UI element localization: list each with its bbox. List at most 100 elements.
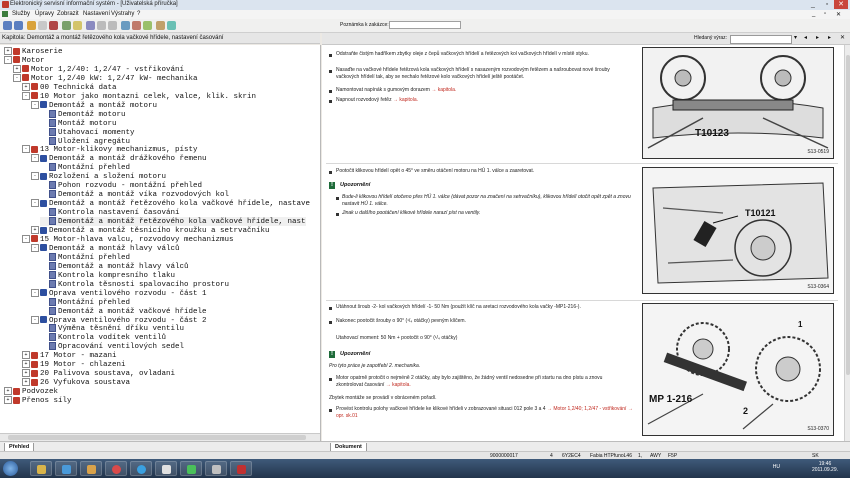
tree-item[interactable]: +17 Motor - mazani <box>22 351 117 360</box>
collapse-icon[interactable]: - <box>31 154 39 163</box>
tree-item[interactable]: - Motor <box>4 55 45 65</box>
tree-item[interactable]: Pohon rozvodu - montážní přehled <box>40 181 202 190</box>
search-dropdown-icon[interactable]: ▾ <box>794 33 797 44</box>
document-scroll-thumb[interactable] <box>846 55 850 375</box>
tree-item[interactable]: - 13 Motor-klikovy mechanizmus, písty <box>22 145 198 154</box>
tree-item[interactable]: - Demontáž a montáž řetězového kola vačko… <box>31 199 310 208</box>
tree-item[interactable]: Demontáž motoru <box>40 109 126 119</box>
refresh-icon[interactable] <box>62 21 71 30</box>
settings-icon[interactable] <box>156 21 165 30</box>
start-button-icon[interactable] <box>3 461 18 476</box>
search-icon[interactable] <box>86 21 95 30</box>
tree-item[interactable]: Montážní přehled <box>40 163 130 172</box>
info-icon[interactable] <box>121 21 130 30</box>
restore-button[interactable]: ▫ <box>820 0 834 9</box>
tree-item[interactable]: - Demontáž a montáž drážkového řemenu <box>31 154 207 163</box>
tree-item[interactable]: + Přenos síly <box>4 396 72 405</box>
mdi-minimize[interactable]: _ <box>812 11 815 17</box>
expand-icon[interactable]: + <box>22 369 30 378</box>
expand-icon[interactable]: + <box>22 82 30 91</box>
collapse-icon[interactable]: - <box>13 73 21 82</box>
close-button[interactable]: ✕ <box>834 0 848 9</box>
collapse-icon[interactable]: - <box>22 91 30 100</box>
tree-item[interactable]: Demontáž a montáž řetězového kola vačkov… <box>40 217 306 227</box>
taskbar-chrome[interactable] <box>105 461 127 476</box>
menu-vystrahy[interactable]: Výstrahy <box>111 11 134 17</box>
mdi-restore[interactable]: ▫ <box>824 11 826 17</box>
note-input[interactable] <box>389 21 461 29</box>
menu-sluzby[interactable]: Služby <box>12 11 30 17</box>
menu-nastaveni[interactable]: Nastavení <box>83 11 110 17</box>
tree-item[interactable]: + Motor 1,2/40: 1,2/47 - vstřikování <box>13 64 184 74</box>
tree-item[interactable]: +19 Motor - chlazeni <box>22 360 126 369</box>
timing-link[interactable]: → kapitola. <box>386 382 411 388</box>
help-icon[interactable] <box>167 21 176 30</box>
taskbar-media[interactable] <box>55 461 77 476</box>
taskbar-acrobat[interactable] <box>230 461 252 476</box>
taskbar-app[interactable] <box>155 461 177 476</box>
collapse-icon[interactable]: - <box>31 100 39 109</box>
search-input[interactable] <box>730 35 792 44</box>
tree-item[interactable]: Opracování ventilových sedel <box>40 342 184 351</box>
expand-icon[interactable]: + <box>22 378 30 387</box>
tree-item[interactable]: - 10 Motor jako montazni celek, valce, kl… <box>22 91 256 101</box>
tree-item[interactable]: + Demontáž a montáž těsnicího kroužku a s… <box>31 226 270 235</box>
print-icon[interactable] <box>38 21 47 30</box>
zoom-in-icon[interactable] <box>97 21 106 30</box>
menu-zobrazit[interactable]: Zobrazit <box>57 11 79 17</box>
zoom-out-icon[interactable] <box>108 21 117 30</box>
collapse-icon[interactable]: - <box>31 288 39 297</box>
taskbar-tool[interactable] <box>205 461 227 476</box>
tree-item[interactable]: +20 Palivova soustava, ovladani <box>22 369 175 378</box>
search-prev-icon[interactable]: ◂ <box>804 33 812 41</box>
tree-item[interactable]: + Karoserie <box>4 47 63 56</box>
document-scrollbar[interactable] <box>844 45 850 441</box>
stop-icon[interactable] <box>49 21 58 30</box>
tree-item[interactable]: - Oprava ventilového rozvodu - část 2 <box>31 315 207 325</box>
tree-item[interactable]: Demontáž a montáž víka rozvodových kol <box>40 190 229 199</box>
menu-help[interactable]: ? <box>137 11 140 17</box>
collapse-icon[interactable]: - <box>31 172 39 181</box>
tree-item[interactable]: Výměna těsnění dříku ventilu <box>40 324 184 333</box>
tree-item[interactable]: +00 Technická data <box>22 82 117 92</box>
tree-item[interactable]: Montáž motoru <box>40 118 117 128</box>
collapse-icon[interactable]: - <box>4 55 12 64</box>
search-go-icon[interactable]: ▸ <box>828 33 831 44</box>
expand-icon[interactable]: + <box>13 64 21 73</box>
taskbar-skype[interactable] <box>130 461 152 476</box>
tree-item[interactable]: Utahovací momenty <box>40 127 135 137</box>
tensioner-link[interactable]: → kapitola. <box>431 87 456 93</box>
collapse-icon[interactable]: - <box>31 243 39 252</box>
tree-item[interactable]: Kontrola nastavení časování <box>40 208 180 217</box>
bookmark-icon[interactable] <box>73 21 82 30</box>
taskbar-folder[interactable] <box>80 461 102 476</box>
collapse-icon[interactable]: - <box>22 145 30 154</box>
tree-item[interactable]: Kontrola kompresního tlaku <box>40 270 175 280</box>
tree-item[interactable]: - Demontáž a montáž hlavy válců <box>31 243 180 253</box>
home-icon[interactable] <box>27 21 36 30</box>
collapse-icon[interactable]: - <box>31 199 39 208</box>
minimize-button[interactable]: _ <box>806 0 820 9</box>
tree-item[interactable]: Kontrola těsnosti spalovacího prostoru <box>40 279 229 289</box>
expand-icon[interactable]: + <box>22 360 30 369</box>
search-next-icon[interactable]: ▸ <box>816 33 819 44</box>
tree-item[interactable]: - Motor 1,2/40 kW: 1,2/47 kW- mechanika <box>13 73 198 83</box>
tree-item[interactable]: - 15 Motor-hlava valcu, rozvodovy mechani… <box>22 234 234 244</box>
tree-item[interactable]: - Demontáž a montáž motoru <box>31 100 157 110</box>
chain-link[interactable]: → kapitola. <box>393 97 418 103</box>
taskbar-explorer[interactable] <box>30 461 52 476</box>
tree-item[interactable]: - Oprava ventilového rozvodu - část 1 <box>31 288 207 298</box>
tree-item[interactable]: Uložení agregátu <box>40 136 130 146</box>
tree-item[interactable]: + Podvozek <box>4 387 58 396</box>
tree-scroll-thumb[interactable] <box>8 435 306 440</box>
mdi-close[interactable]: ✕ <box>836 11 841 18</box>
tree-item[interactable]: +26 Vyfukova soustava <box>22 378 130 387</box>
document-icon[interactable] <box>132 21 141 30</box>
clock[interactable]: 19:46 2011.09.29. <box>812 461 838 473</box>
collapse-icon[interactable]: - <box>31 315 39 324</box>
collapse-icon[interactable]: - <box>22 234 30 243</box>
note-icon[interactable] <box>143 21 152 30</box>
forward-icon[interactable] <box>14 21 23 30</box>
expand-icon[interactable]: + <box>4 47 12 55</box>
expand-icon[interactable]: + <box>4 396 12 405</box>
